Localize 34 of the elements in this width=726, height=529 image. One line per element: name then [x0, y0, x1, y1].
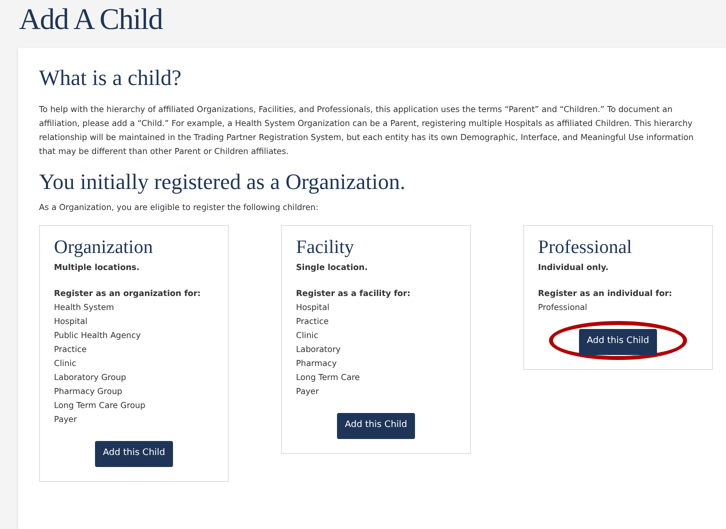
entity-type-text: Payer: [54, 413, 78, 426]
card-title: Facility: [296, 236, 354, 260]
entity-type-text: Public Health Agency: [54, 329, 142, 342]
entity-type-text: Long Term Care: [296, 371, 361, 384]
entity-type-text: Health System: [54, 301, 116, 314]
entity-type-text: Hospital: [296, 301, 330, 314]
entity-type-text: Pharmacy Group: [54, 385, 124, 398]
card-title: Professional: [538, 236, 632, 260]
card-subtitle: Single location.: [296, 261, 369, 274]
intro-paragraph: To help with the hierarchy of affiliated Organizations, Facilities, and Professionals, this application uses the terms “Parent” and “Children.” To document an affiliation, please add a “Child.” For example, a Health System Organization can be a Parent, registering multiple Hospitals as affiliated Children. This hierarchy relationship will be maintained in the Trading Partner Registration System, but each entity has its own Demographic, Interface, and Meaningful Use information that may be different than other Parent or Children affiliates.: [39, 103, 695, 158]
section-heading: What is a child?: [39, 64, 182, 92]
register-label: Register as a facility for:: [296, 287, 412, 300]
eligibility-text: As a Organization, you are eligible to register the following children:: [39, 201, 320, 213]
add-child-button[interactable]: Add this Child: [578, 329, 658, 354]
page-title: Add A Child: [19, 2, 162, 38]
entity-type-text: Hospital: [54, 315, 88, 328]
entity-type-text: Payer: [296, 385, 320, 398]
add-child-button[interactable]: Add this Child: [94, 441, 174, 466]
add-child-button[interactable]: Add this Child: [336, 413, 416, 438]
section-heading: You initially registered as a Organization.: [39, 168, 406, 196]
entity-type-text: Clinic: [54, 357, 78, 370]
register-label: Register as an individual for:: [538, 287, 674, 300]
entity-type-text: Laboratory Group: [54, 371, 128, 384]
entity-type-text: Clinic: [296, 329, 320, 342]
entity-type-text: Professional: [538, 301, 588, 314]
card-title: Organization: [54, 236, 153, 260]
entity-type-text: Pharmacy: [296, 357, 338, 370]
entity-type-text: Practice: [54, 343, 88, 356]
register-label: Register as an organization for:: [54, 287, 202, 300]
card-subtitle: Individual only.: [538, 261, 610, 274]
entity-type-text: Practice: [296, 315, 330, 328]
card-subtitle: Multiple locations.: [54, 261, 141, 274]
entity-type-text: Laboratory: [296, 343, 342, 356]
entity-type-text: Long Term Care Group: [54, 399, 146, 412]
